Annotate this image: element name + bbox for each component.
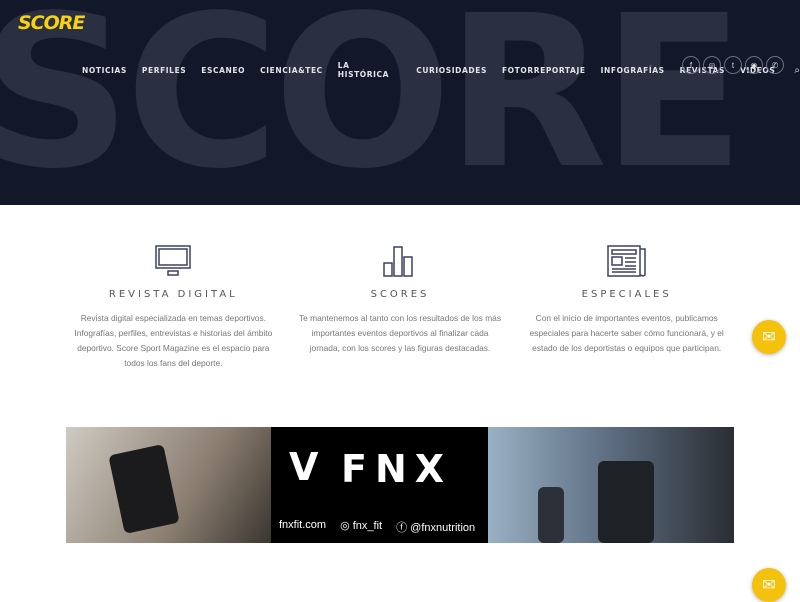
nav-escaneo[interactable]: ESCANEO [201, 66, 245, 75]
twitter-icon[interactable]: t [724, 56, 742, 74]
nav-fotorreportaje[interactable]: FOTORREPORTAJE [502, 66, 586, 75]
site-logo[interactable]: SCORE [18, 12, 85, 34]
feature-title: SCORES [370, 289, 430, 300]
messenger-button[interactable]: ✉ [752, 320, 786, 354]
monitor-icon [155, 245, 192, 276]
nav-ciencia-tec[interactable]: CIENCIA&TEC [260, 66, 323, 75]
bar-chart-icon [383, 246, 413, 277]
facebook-icon: ⓕ [396, 522, 408, 534]
instagram-icon: ◎ [340, 520, 350, 532]
features-section: REVISTA DIGITAL Revista digital especial… [60, 245, 740, 371]
instagram-icon[interactable]: ◎ [703, 56, 721, 74]
feature-text: Te mantenemos al tanto con los resultado… [298, 313, 502, 353]
nav-noticias[interactable]: NOTICIAS [82, 66, 127, 75]
telegram-icon[interactable]: ◉ [745, 56, 763, 74]
instagram-handle: fnx_fit [352, 520, 383, 532]
banner-links: fnxfit.com ◎ fnx_fit ⓕ @fnxnutrition [279, 519, 475, 535]
banner-facebook: ⓕ @fnxnutrition [396, 519, 475, 535]
feature-especiales: ESPECIALES Con el inicio de importantes … [513, 245, 740, 371]
hero-background-word: SCORE [0, 0, 745, 205]
hero-header: SCORE SCORE NOTICIAS PERFILES ESCANEO CI… [0, 0, 800, 205]
whatsapp-icon[interactable]: ✆ [766, 56, 784, 74]
nav-la-historica[interactable]: LA HISTÓRICA [338, 61, 401, 79]
feature-title: REVISTA DIGITAL [108, 289, 238, 300]
messenger-button-2[interactable]: ✉ [752, 568, 786, 602]
banner-site: fnxfit.com [279, 519, 327, 531]
nav-curiosidades[interactable]: CURIOSIDADES [416, 66, 487, 75]
feature-title: ESPECIALES [581, 289, 672, 300]
fnx-ad-banner[interactable]: Ⅴ FNX fnxfit.com ◎ fnx_fit ⓕ @fnxnutriti… [66, 427, 734, 543]
facebook-icon[interactable]: f [682, 56, 700, 74]
banner-brand-panel: Ⅴ FNX fnxfit.com ◎ fnx_fit ⓕ @fnxnutriti… [271, 427, 488, 543]
feature-scores: SCORES Te mantenemos al tanto con los re… [287, 245, 514, 371]
fnx-brand: FNX [341, 447, 453, 491]
feature-text: Con el inicio de importantes eventos, pu… [529, 313, 724, 353]
nav-perfiles[interactable]: PERFILES [142, 66, 186, 75]
fnx-logo-mark: Ⅴ [289, 445, 319, 489]
feature-text: Revista digital especializada en temas d… [74, 313, 273, 368]
search-icon[interactable]: ⌕ [794, 65, 800, 76]
nav-infografias[interactable]: INFOGRAFÍAS [601, 66, 665, 75]
newspaper-icon [606, 245, 646, 277]
banner-image-right [488, 427, 734, 543]
banner-image-left [66, 427, 271, 543]
feature-revista-digital: REVISTA DIGITAL Revista digital especial… [60, 245, 287, 371]
social-links: f ◎ t ◉ ✆ [682, 56, 784, 74]
banner-instagram: ◎ fnx_fit [340, 519, 382, 535]
facebook-handle: @fnxnutrition [410, 522, 476, 534]
